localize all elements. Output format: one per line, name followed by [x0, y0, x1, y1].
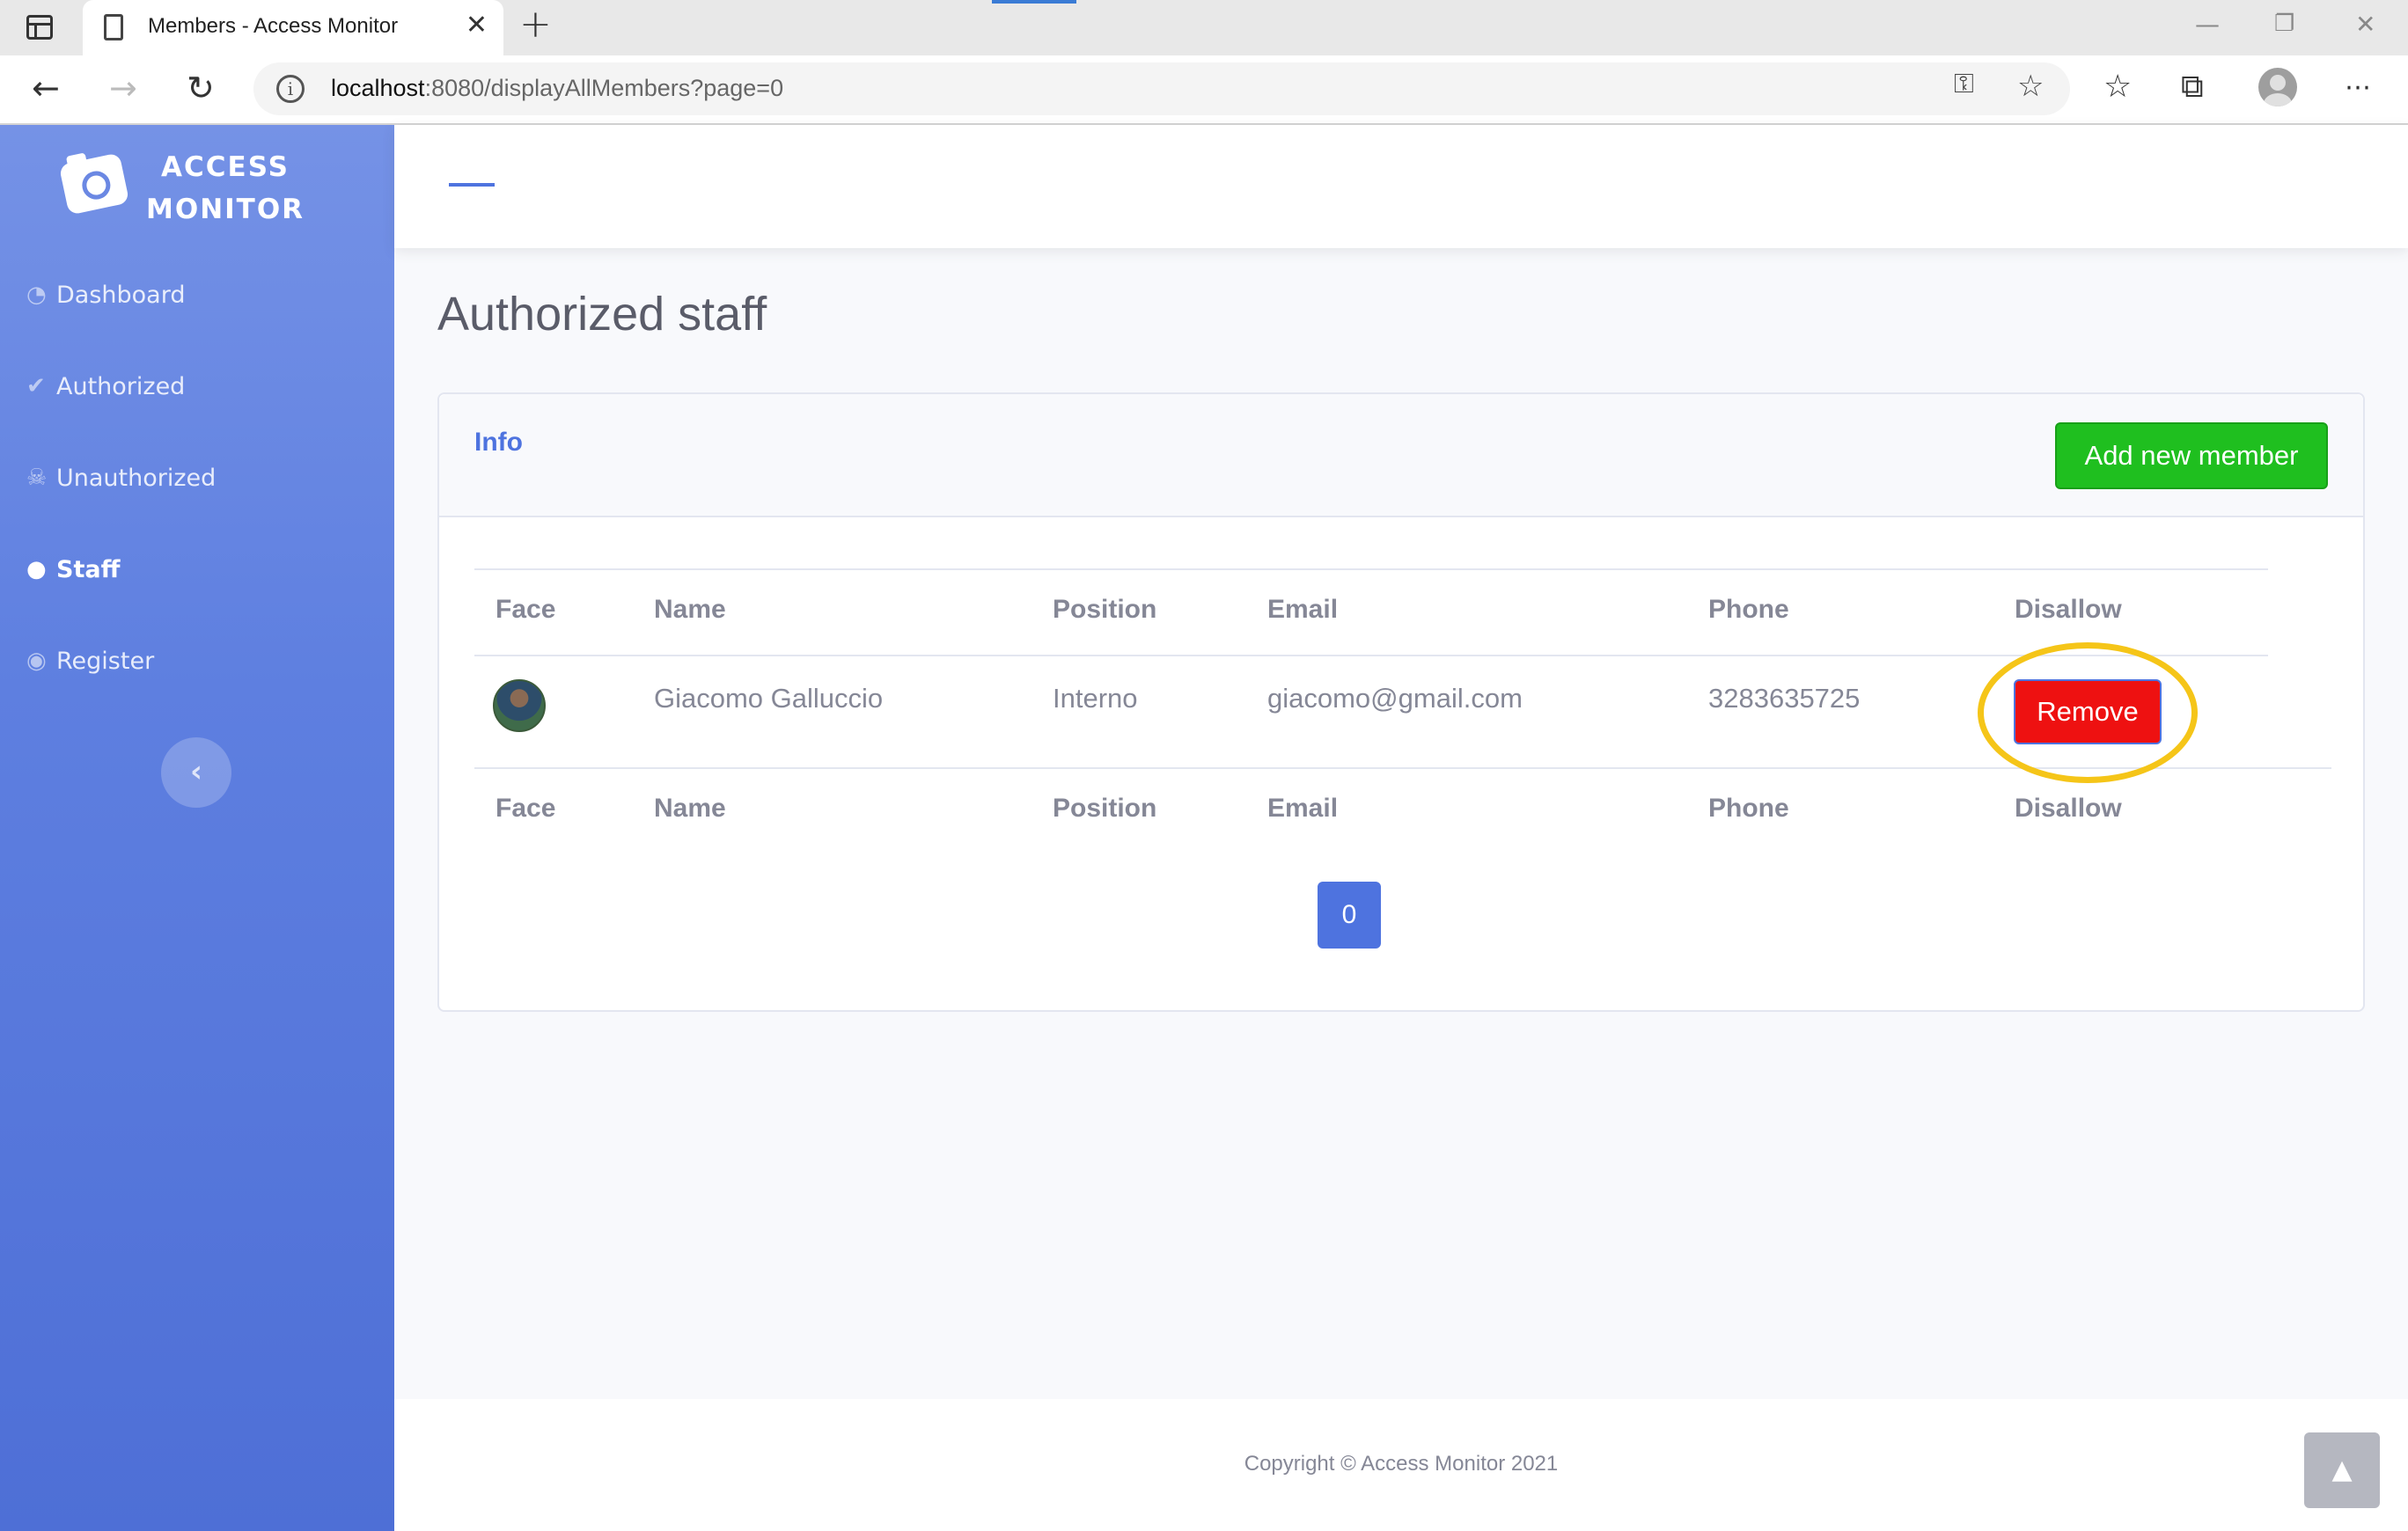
- user-secret-icon: ☠: [26, 465, 48, 491]
- card-header: Info Add new member: [439, 394, 2363, 517]
- column-footer-position: Position: [1053, 794, 1157, 823]
- topbar-menu-icon[interactable]: [449, 183, 495, 187]
- page-title: Authorized staff: [437, 288, 767, 341]
- member-email: giacomo@gmail.com: [1267, 683, 1523, 714]
- sidebar-item-label: Unauthorized: [56, 464, 217, 492]
- brand-line-1: ACCESS: [161, 151, 290, 183]
- sidebar-item-unauthorized[interactable]: ☠ Unauthorized: [26, 456, 216, 500]
- topbar: [394, 125, 2408, 248]
- site-info-icon[interactable]: i: [276, 75, 305, 103]
- column-footer-disallow: Disallow: [2015, 794, 2122, 823]
- member-position: Interno: [1053, 683, 1138, 714]
- sidebar-item-label: Authorized: [56, 372, 186, 400]
- close-window-icon[interactable]: ✕: [2355, 12, 2375, 37]
- info-card: Info Add new member Face Name Position E…: [437, 392, 2365, 1012]
- chevron-up-icon: ▲: [2331, 1454, 2353, 1485]
- minimize-icon[interactable]: —: [2195, 12, 2220, 37]
- column-header-name: Name: [654, 595, 726, 624]
- url-path: :8080/displayAllMembers?page=0: [424, 75, 784, 101]
- column-header-face: Face: [496, 595, 556, 624]
- sidebar-item-authorized[interactable]: ✔ Authorized: [26, 364, 185, 408]
- restore-icon[interactable]: ❐: [2274, 12, 2294, 35]
- column-footer-face: Face: [496, 794, 556, 823]
- forward-icon[interactable]: →: [109, 71, 137, 105]
- url-host: localhost: [331, 75, 425, 101]
- collections-icon[interactable]: ⧉: [2181, 71, 2204, 103]
- table-header-border: [474, 655, 2268, 656]
- column-header-phone: Phone: [1708, 595, 1789, 624]
- loading-indicator: [992, 0, 1076, 4]
- tab-title: Members - Access Monitor: [148, 14, 399, 38]
- member-face-avatar: [493, 679, 546, 732]
- new-tab-icon[interactable]: +: [519, 5, 552, 44]
- column-footer-phone: Phone: [1708, 794, 1789, 823]
- footer: Copyright © Access Monitor 2021: [394, 1399, 2408, 1531]
- sidebar: ACCESS MONITOR ◔ Dashboard ✔ Authorized …: [0, 125, 394, 1531]
- member-phone: 3283635725: [1708, 683, 1861, 714]
- favorites-icon[interactable]: ☆: [2103, 71, 2132, 103]
- sidebar-item-dashboard[interactable]: ◔ Dashboard: [26, 273, 185, 317]
- page-icon: [104, 14, 123, 40]
- back-icon[interactable]: ←: [32, 71, 60, 105]
- refresh-icon[interactable]: ↻: [187, 71, 215, 105]
- column-header-position: Position: [1053, 595, 1157, 624]
- column-footer-name: Name: [654, 794, 726, 823]
- address-input[interactable]: i localhost:8080/displayAllMembers?page=…: [253, 62, 2070, 115]
- sidebar-item-label: Staff: [56, 555, 121, 583]
- close-tab-icon[interactable]: ✕: [466, 12, 488, 39]
- user-icon: ●: [26, 556, 47, 582]
- remove-member-button[interactable]: Remove: [2014, 679, 2162, 744]
- pagination-page-button[interactable]: 0: [1318, 882, 1381, 949]
- user-check-icon: ✔: [26, 373, 46, 399]
- url-text[interactable]: localhost:8080/displayAllMembers?page=0: [331, 75, 783, 102]
- more-options-icon[interactable]: ⋯: [2345, 75, 2371, 101]
- add-member-button[interactable]: Add new member: [2055, 422, 2328, 489]
- member-name: Giacomo Galluccio: [654, 683, 884, 714]
- key-icon[interactable]: ⚿: [1954, 71, 1974, 98]
- copyright-text: Copyright © Access Monitor 2021: [1244, 1452, 1559, 1476]
- column-footer-email: Email: [1267, 794, 1339, 823]
- sidebar-item-register[interactable]: ◉ Register: [26, 639, 154, 683]
- sidebar-collapse-button[interactable]: ‹: [161, 737, 231, 808]
- column-header-disallow: Disallow: [2015, 595, 2122, 624]
- sidebar-item-label: Dashboard: [56, 281, 186, 309]
- profile-avatar-icon[interactable]: [2258, 68, 2297, 106]
- address-bar-row: ← → ↻ i localhost:8080/displayAllMembers…: [0, 55, 2408, 125]
- sidebar-item-label: Register: [56, 647, 155, 675]
- table-top-border: [474, 568, 2268, 570]
- scroll-to-top-button[interactable]: ▲: [2304, 1432, 2380, 1508]
- browser-tab[interactable]: Members - Access Monitor ✕: [83, 0, 503, 55]
- browser-tab-strip: Members - Access Monitor ✕ + — ❐ ✕: [0, 0, 2408, 55]
- chevron-left-icon: ‹: [189, 754, 202, 789]
- tachometer-icon: ◔: [26, 282, 47, 308]
- brand-title[interactable]: ACCESS MONITOR: [146, 146, 305, 231]
- add-favorite-icon[interactable]: ☆: [2017, 71, 2044, 101]
- column-header-email: Email: [1267, 595, 1339, 624]
- card-title: Info: [474, 428, 523, 457]
- camera-icon[interactable]: [58, 152, 130, 216]
- sidebar-item-staff[interactable]: ● Staff: [26, 547, 120, 591]
- tab-actions-icon[interactable]: [26, 15, 53, 40]
- brand-line-2: MONITOR: [146, 194, 305, 225]
- user-circle-icon: ◉: [26, 648, 47, 674]
